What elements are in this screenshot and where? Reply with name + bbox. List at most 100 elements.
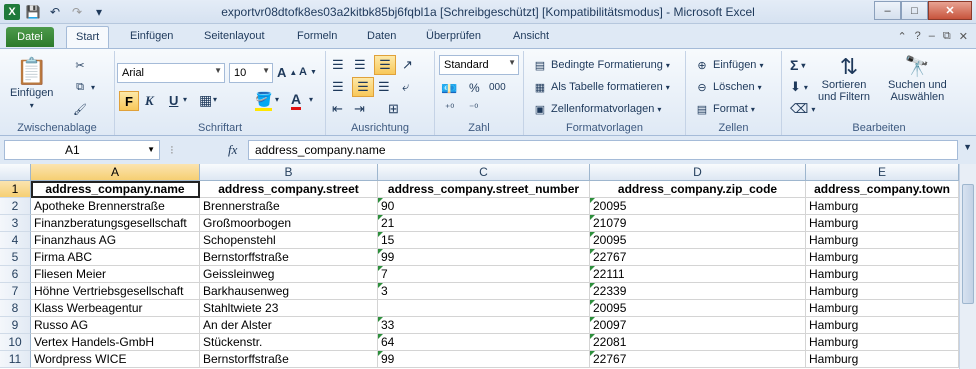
conditional-formatting-button[interactable]: ▤ Bedingte Formatierung ▾ <box>532 57 670 73</box>
tab-insert[interactable]: Einfügen <box>130 30 173 42</box>
row-header[interactable]: 2 <box>0 198 31 215</box>
table-cell[interactable]: 99 <box>378 351 590 368</box>
table-cell[interactable]: Geissleinweg <box>200 266 378 283</box>
header-cell[interactable]: address_company.zip_code <box>590 181 806 198</box>
row-header[interactable]: 10 <box>0 334 31 351</box>
row-header[interactable]: 9 <box>0 317 31 334</box>
table-cell[interactable]: 20097 <box>590 317 806 334</box>
cut-button[interactable]: ✂ <box>72 57 88 73</box>
font-name-select[interactable]: Arial ▼ <box>117 63 225 83</box>
chevron-down-icon[interactable]: ▾ <box>309 95 313 104</box>
chevron-down-icon[interactable]: ▾ <box>275 95 279 104</box>
table-cell[interactable]: Hamburg <box>806 215 959 232</box>
align-center-icon[interactable]: ☰ <box>352 77 374 97</box>
table-cell[interactable]: 64 <box>378 334 590 351</box>
wrap-text-icon[interactable]: ⤶ <box>402 79 409 95</box>
table-cell[interactable]: Hamburg <box>806 334 959 351</box>
table-cell[interactable]: 21079 <box>590 215 806 232</box>
table-cell[interactable]: 7 <box>378 266 590 283</box>
select-all-corner[interactable] <box>0 164 31 181</box>
doc-restore-icon[interactable]: ⧉ <box>943 30 951 43</box>
align-right-icon[interactable]: ☰ <box>378 79 390 95</box>
spreadsheet-grid[interactable]: A B C D E 1 address_company.name address_compan… <box>0 164 976 369</box>
table-cell[interactable]: Fliesen Meier <box>31 266 200 283</box>
collapse-ribbon-icon[interactable]: ⌃ <box>897 30 906 43</box>
row-header[interactable]: 8 <box>0 300 31 317</box>
orientation-icon[interactable]: ↗ <box>402 57 413 73</box>
increase-decimal-icon[interactable]: ⁺⁰ <box>445 103 454 114</box>
table-cell[interactable]: Bernstorffstraße <box>200 249 378 266</box>
format-cells-button[interactable]: ▤ Format ▾ <box>694 101 755 117</box>
grow-font-button[interactable]: A ▲ <box>277 65 297 80</box>
shrink-font-button[interactable]: A ▼ <box>299 66 317 78</box>
underline-button[interactable]: U <box>169 93 178 108</box>
decrease-indent-icon[interactable]: ⇤ <box>332 101 343 117</box>
table-cell[interactable]: Hamburg <box>806 317 959 334</box>
help-icon[interactable]: ? <box>915 30 921 43</box>
header-cell[interactable]: address_company.street <box>200 181 378 198</box>
chevron-down-icon[interactable]: ▾ <box>183 95 187 104</box>
doc-minimize-icon[interactable]: – <box>929 30 935 43</box>
row-header[interactable]: 3 <box>0 215 31 232</box>
font-color-icon[interactable]: A <box>291 91 302 110</box>
row-header[interactable]: 4 <box>0 232 31 249</box>
delete-cells-button[interactable]: ⊖ Löschen ▾ <box>694 79 761 95</box>
cell-styles-button[interactable]: ▣ Zellenformatvorlagen ▾ <box>532 101 662 117</box>
row-header[interactable]: 1 <box>0 181 31 198</box>
table-cell[interactable]: 20095 <box>590 198 806 215</box>
tab-start[interactable]: Start <box>66 26 110 48</box>
table-cell[interactable] <box>378 300 590 317</box>
chevron-down-icon[interactable]: ▾ <box>213 95 217 104</box>
table-cell[interactable]: 22081 <box>590 334 806 351</box>
row-header[interactable]: 7 <box>0 283 31 300</box>
table-cell[interactable]: 99 <box>378 249 590 266</box>
table-cell[interactable]: Hamburg <box>806 351 959 368</box>
align-middle-icon[interactable]: ☰ <box>354 57 366 73</box>
font-size-select[interactable]: 10 ▼ <box>229 63 273 83</box>
table-cell[interactable]: 3 <box>378 283 590 300</box>
doc-close-icon[interactable]: ✕ <box>959 30 968 43</box>
thousands-separator-button[interactable]: 000 <box>489 82 506 93</box>
table-cell[interactable]: 90 <box>378 198 590 215</box>
format-as-table-button[interactable]: ▦ Als Tabelle formatieren ▾ <box>532 79 670 95</box>
table-cell[interactable]: Hamburg <box>806 283 959 300</box>
table-cell[interactable]: Höhne Vertriebsgesellschaft <box>31 283 200 300</box>
insert-function-button[interactable]: fx <box>228 142 237 158</box>
column-header-b[interactable]: B <box>200 164 378 181</box>
table-cell[interactable]: 21 <box>378 215 590 232</box>
tab-data[interactable]: Daten <box>367 30 396 42</box>
table-cell[interactable]: Firma ABC <box>31 249 200 266</box>
merge-center-icon[interactable]: ⊞ <box>388 101 399 117</box>
row-header[interactable]: 11 <box>0 351 31 368</box>
tab-page-layout[interactable]: Seitenlayout <box>204 30 265 42</box>
bold-button[interactable]: F <box>119 91 139 111</box>
fill-icon[interactable]: ⬇ ▾ <box>790 79 808 95</box>
table-cell[interactable]: Großmoorbogen <box>200 215 378 232</box>
table-cell[interactable]: An der Alster <box>200 317 378 334</box>
insert-cells-button[interactable]: ⊕ Einfügen ▾ <box>694 57 763 73</box>
column-header-e[interactable]: E <box>806 164 959 181</box>
table-cell[interactable]: Hamburg <box>806 232 959 249</box>
table-cell[interactable]: 20095 <box>590 232 806 249</box>
percent-button[interactable]: % <box>469 81 480 95</box>
table-cell[interactable]: Russo AG <box>31 317 200 334</box>
header-cell[interactable]: address_company.town <box>806 181 959 198</box>
align-left-icon[interactable]: ☰ <box>332 79 344 95</box>
table-cell[interactable]: 20095 <box>590 300 806 317</box>
table-cell[interactable]: Finanzhaus AG <box>31 232 200 249</box>
table-cell[interactable]: Apotheke Brennerstraße <box>31 198 200 215</box>
align-top-icon[interactable]: ☰ <box>332 57 344 73</box>
copy-button[interactable]: ⧉ ▾ <box>72 79 95 95</box>
column-header-d[interactable]: D <box>590 164 806 181</box>
table-cell[interactable]: Hamburg <box>806 266 959 283</box>
header-cell[interactable]: address_company.street_number <box>378 181 590 198</box>
table-cell[interactable]: Hamburg <box>806 198 959 215</box>
table-cell[interactable]: Stahltwiete 23 <box>200 300 378 317</box>
scrollbar-thumb[interactable] <box>962 184 974 304</box>
table-cell[interactable]: Barkhausenweg <box>200 283 378 300</box>
increase-indent-icon[interactable]: ⇥ <box>354 101 365 117</box>
table-cell[interactable]: 15 <box>378 232 590 249</box>
currency-icon[interactable]: 💶 <box>441 81 457 97</box>
table-cell[interactable]: Stückenstr. <box>200 334 378 351</box>
tab-formulas[interactable]: Formeln <box>297 30 337 42</box>
